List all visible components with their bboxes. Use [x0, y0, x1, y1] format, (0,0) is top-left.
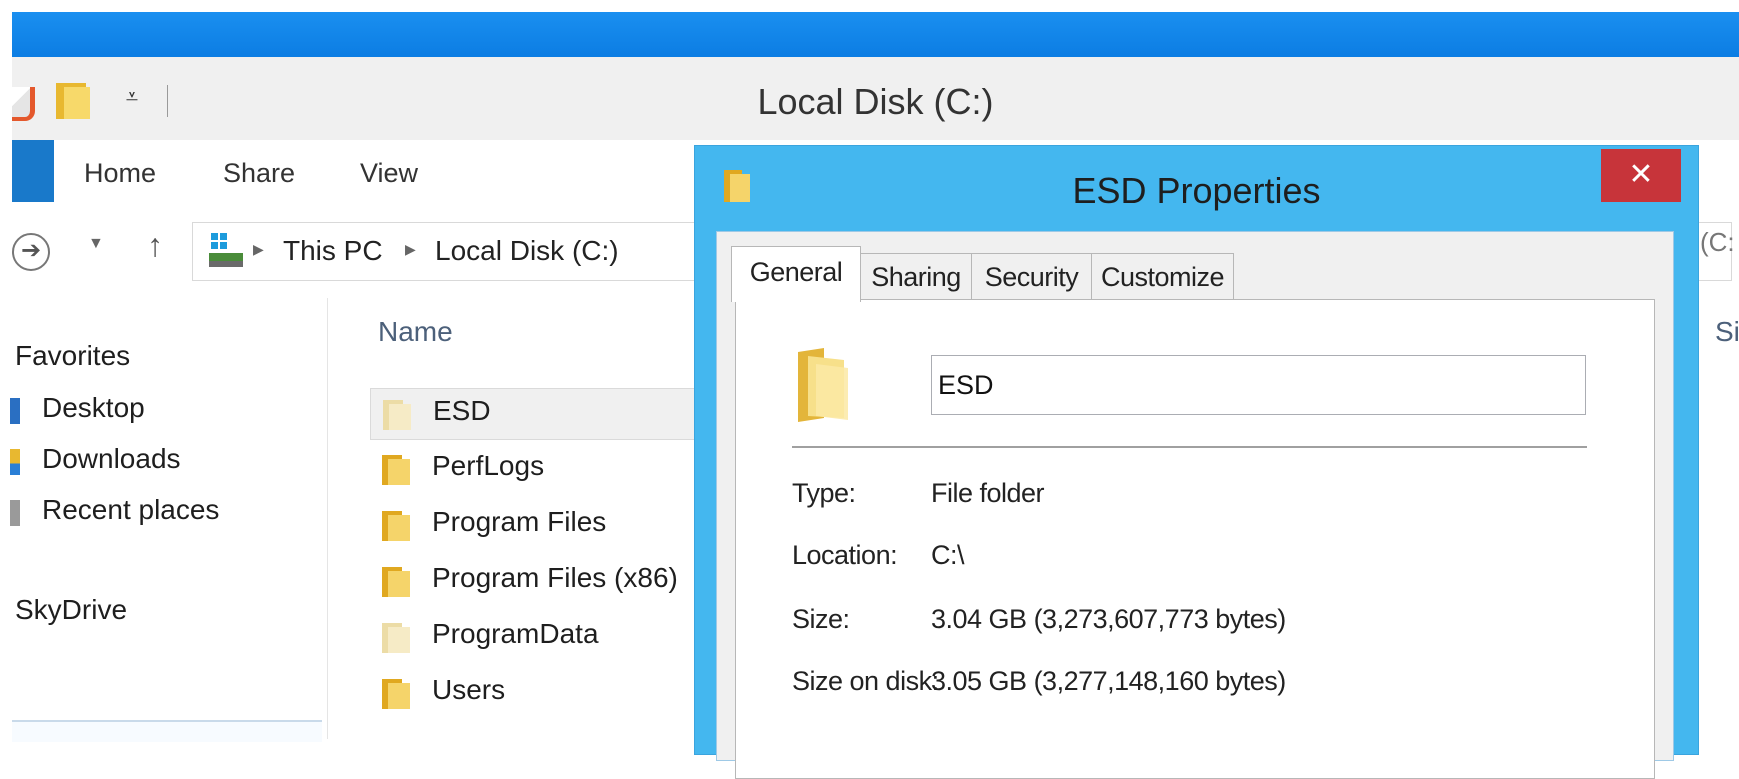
breadcrumb-arrow-icon[interactable]: ▶	[405, 241, 416, 258]
folder-icon	[383, 400, 411, 430]
navigation-pane: Favorites Desktop Downloads Recent place…	[10, 298, 328, 742]
folder-icon	[382, 511, 410, 541]
size-label: Size:	[792, 604, 850, 634]
up-button[interactable]: ↑	[147, 227, 163, 264]
title-bar: ⩡ Local Disk (C:)	[12, 57, 1739, 140]
location-value: C:\	[931, 540, 965, 570]
list-item[interactable]: ESD	[370, 388, 700, 440]
recent-locations-icon[interactable]: ▼	[88, 235, 104, 253]
list-item[interactable]: ProgramData	[370, 612, 700, 664]
nav-skydrive[interactable]: SkyDrive	[15, 594, 127, 626]
list-item[interactable]: Program Files (x86)	[370, 556, 700, 608]
breadcrumb-arrow-icon[interactable]: ▶	[253, 241, 264, 258]
column-header-size[interactable]: Si	[1715, 316, 1739, 348]
size-value: 3.04 GB (3,273,607,773 bytes)	[931, 604, 1286, 634]
breadcrumb-local-disk[interactable]: Local Disk (C:)	[435, 231, 619, 271]
list-item[interactable]: Users	[370, 668, 700, 720]
window-top-border	[12, 12, 1739, 57]
this-pc-icon	[209, 233, 243, 267]
dialog-title: ESD Properties	[1072, 170, 1321, 211]
tab-view[interactable]: View	[360, 140, 418, 202]
tab-customize[interactable]: Customize	[1091, 253, 1234, 299]
breadcrumb-this-pc[interactable]: This PC	[283, 231, 383, 271]
folder-icon	[382, 623, 410, 653]
tab-general[interactable]: General	[731, 246, 861, 302]
dialog-body: General Sharing Security Customize Type:…	[716, 231, 1674, 779]
recent-places-icon	[10, 500, 20, 526]
folder-icon	[382, 567, 410, 597]
list-item[interactable]: PerfLogs	[370, 444, 700, 496]
folder-name-input[interactable]	[931, 355, 1586, 415]
divider	[792, 446, 1587, 448]
window-title: Local Disk (C:)	[757, 81, 994, 122]
list-item[interactable]: Program Files	[370, 500, 700, 552]
size-on-disk-label: Size on disk:	[792, 666, 939, 696]
nav-favorites-header[interactable]: Favorites	[15, 340, 130, 372]
type-value: File folder	[931, 478, 1045, 508]
downloads-icon	[10, 449, 20, 475]
folder-icon	[382, 455, 410, 485]
size-on-disk-value: 3.05 GB (3,277,148,160 bytes)	[931, 666, 1286, 696]
folder-large-icon	[798, 348, 848, 422]
search-box[interactable]: (C:	[1700, 227, 1735, 258]
folder-icon	[382, 679, 410, 709]
close-button[interactable]: ✕	[1601, 149, 1681, 202]
type-label: Type:	[792, 478, 856, 508]
general-tab-panel: Type: File folder Location: C:\ Size: 3.…	[735, 299, 1655, 779]
tab-home[interactable]: Home	[84, 140, 156, 202]
file-tab[interactable]	[12, 140, 54, 202]
tab-share[interactable]: Share	[223, 140, 295, 202]
location-label: Location:	[792, 540, 898, 570]
tab-sharing[interactable]: Sharing	[860, 253, 972, 299]
forward-button[interactable]: ➔	[12, 233, 50, 271]
desktop-icon	[10, 398, 20, 424]
column-header-name[interactable]: Name	[378, 316, 453, 348]
tab-security[interactable]: Security	[971, 253, 1092, 299]
properties-dialog: ESD Properties ✕ General Sharing Securit…	[694, 145, 1699, 779]
